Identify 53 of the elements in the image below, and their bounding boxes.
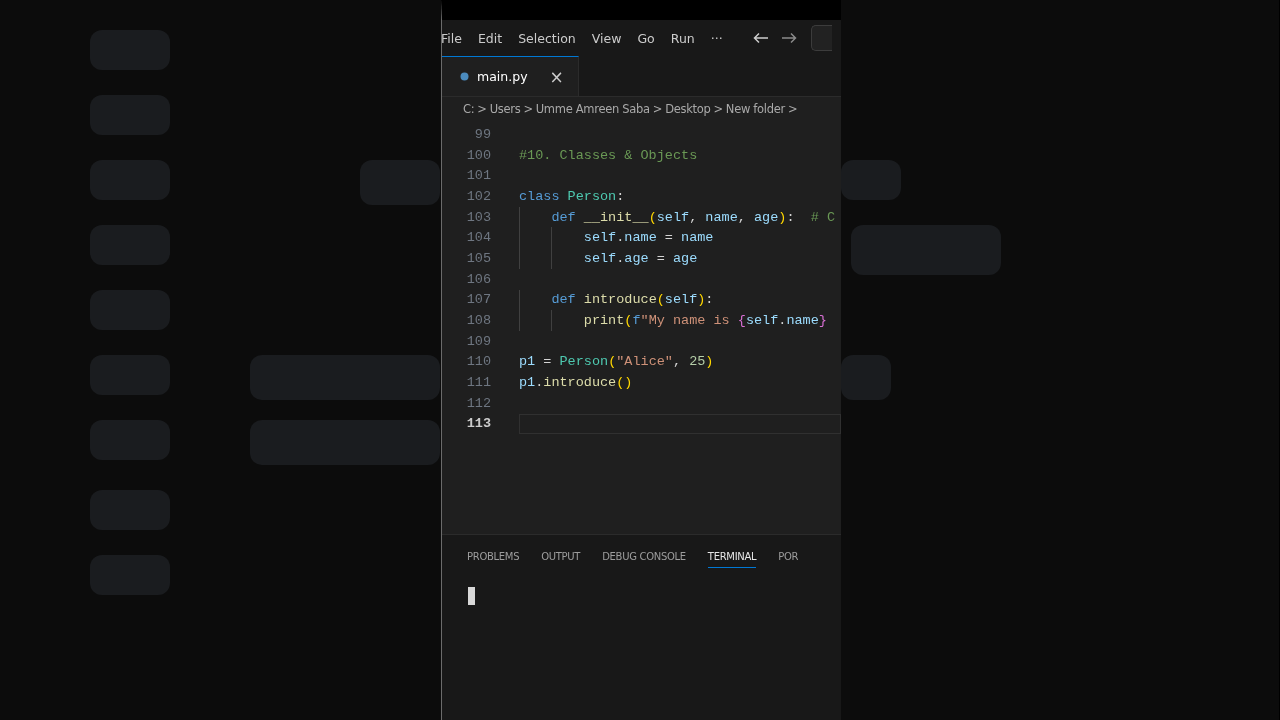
code-line: self.name = name (582, 229, 715, 248)
breadcrumb-separator: > (523, 102, 533, 116)
panel-tab[interactable]: DEBUG CONSOLE (602, 544, 686, 568)
code-line: p1 = Person("Alice", 25) (519, 353, 715, 372)
menu-item[interactable]: File (442, 30, 470, 46)
menu-item[interactable]: Run (662, 30, 703, 46)
breadcrumb-item[interactable]: Umme Amreen Saba (535, 102, 650, 116)
line-number: 111 (465, 375, 491, 391)
editor-tab[interactable]: main.py × (442, 56, 579, 96)
breadcrumb-separator: > (477, 102, 487, 116)
code-line: def __init__(self, name, age): # C (550, 208, 836, 227)
breadcrumb-separator: > (787, 102, 798, 116)
code-line: print(f"My name is {self.name} (582, 312, 828, 331)
line-number: 109 (465, 333, 491, 349)
line-number: 106 (465, 271, 491, 287)
line-number: 99 (473, 126, 491, 142)
breadcrumb-item[interactable]: New folder (725, 102, 785, 116)
terminal-cursor (468, 587, 475, 605)
breadcrumb-item[interactable]: C: (463, 102, 475, 116)
line-number: 113 (465, 416, 491, 432)
breadcrumb-item[interactable]: Users (489, 102, 521, 116)
line-number: 108 (465, 313, 491, 329)
panel-tab[interactable]: POR (778, 544, 799, 568)
breadcrumb-item[interactable]: Desktop (665, 102, 711, 116)
code-line: self.age = age (582, 249, 699, 268)
forward-arrow-icon[interactable] (780, 32, 797, 44)
code-line: def introduce(self): (550, 291, 715, 310)
code-line: #10. Classes & Objects (519, 146, 699, 165)
menu-item[interactable]: ··· (702, 30, 731, 46)
line-number: 101 (465, 168, 491, 184)
python-file-icon (460, 72, 469, 81)
menu-item[interactable]: Go (629, 30, 663, 46)
line-number: 107 (465, 292, 491, 308)
search-field[interactable] (810, 25, 832, 51)
panel-tab[interactable]: PROBLEMS (467, 544, 520, 568)
menu-item[interactable]: Edit (469, 30, 511, 46)
line-number: 112 (465, 395, 491, 411)
close-icon[interactable]: × (549, 66, 564, 87)
line-number: 100 (465, 147, 491, 163)
menu-item[interactable]: View (583, 30, 630, 46)
breadcrumb-separator: > (713, 102, 723, 116)
line-number: 110 (465, 354, 491, 370)
line-number: 103 (465, 209, 491, 225)
line-number: 104 (465, 230, 491, 246)
line-number: 105 (465, 250, 491, 266)
menu-item[interactable]: Selection (510, 30, 584, 46)
code-line: p1.introduce() (519, 374, 634, 393)
breadcrumb-separator: > (652, 102, 663, 116)
panel-tab[interactable]: OUTPUT (541, 544, 581, 568)
back-arrow-icon[interactable] (752, 32, 769, 44)
line-number: 102 (465, 188, 491, 204)
code-line: class Person: (519, 187, 626, 206)
panel-tab[interactable]: TERMINAL (707, 544, 757, 568)
